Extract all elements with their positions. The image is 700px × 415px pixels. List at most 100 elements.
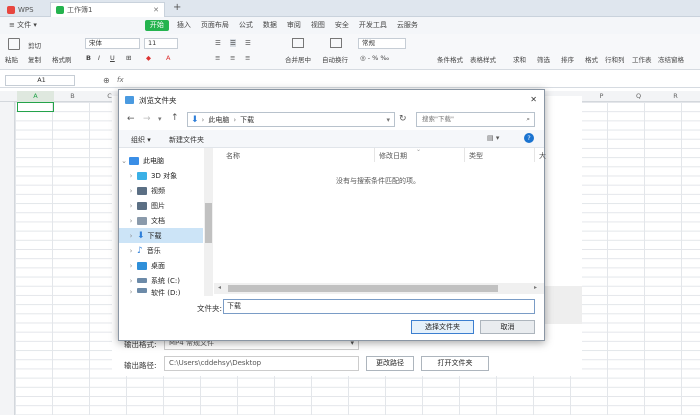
column-header-q[interactable]: Q xyxy=(620,91,657,102)
fx-icon[interactable]: fx xyxy=(117,76,124,84)
tree-item-3d-objects[interactable]: › 3D 对象 xyxy=(119,168,213,183)
tree-item-drive-d[interactable]: › 软件 (D:) xyxy=(119,288,213,296)
filter-button[interactable]: 筛选 xyxy=(537,54,550,64)
column-size[interactable]: 大 xyxy=(539,151,546,161)
scroll-right-icon[interactable]: ▸ xyxy=(534,284,537,291)
open-folder-button[interactable]: 打开文件夹 xyxy=(421,356,489,371)
border-icon[interactable]: ⊞ xyxy=(126,54,131,62)
align-top-icon[interactable]: ☰ xyxy=(215,39,221,47)
selected-cell-a1[interactable] xyxy=(17,102,54,112)
zoom-icon[interactable]: ⊕ xyxy=(103,76,110,85)
cancel-button[interactable]: 取消 xyxy=(480,320,535,334)
menu-developer[interactable]: 开发工具 xyxy=(354,17,392,34)
column-type[interactable]: 类型 xyxy=(469,151,483,161)
help-icon[interactable]: ? xyxy=(524,133,534,143)
select-folder-button[interactable]: 选择文件夹 xyxy=(411,320,474,334)
menu-insert[interactable]: 插入 xyxy=(172,17,196,34)
add-tab-button[interactable]: + xyxy=(173,2,181,13)
align-bottom-icon[interactable]: ☰ xyxy=(245,39,251,47)
chevron-right-icon[interactable]: › xyxy=(125,187,137,195)
font-size-select[interactable]: 11 xyxy=(144,38,178,49)
menu-data[interactable]: 数据 xyxy=(258,17,282,34)
chevron-right-icon[interactable]: › xyxy=(125,172,137,180)
paste-icon[interactable] xyxy=(8,38,20,50)
worksheet-button[interactable]: 工作表 xyxy=(632,54,652,64)
font-family-select[interactable]: 宋体 xyxy=(85,38,140,49)
chevron-right-icon[interactable]: › xyxy=(125,202,137,210)
table-style-button[interactable]: 表格样式 xyxy=(470,54,496,64)
search-input[interactable]: 搜索"下载" ⌕ xyxy=(416,112,535,127)
menu-security[interactable]: 安全 xyxy=(330,17,354,34)
freeze-panes-button[interactable]: 冻结窗格 xyxy=(658,54,684,64)
chevron-right-icon[interactable]: › xyxy=(125,262,137,270)
list-horizontal-scrollbar[interactable]: ◂ ▸ xyxy=(214,283,544,294)
chevron-right-icon[interactable]: › xyxy=(125,277,137,285)
cut-button[interactable]: 剪切 xyxy=(28,40,41,50)
menu-review[interactable]: 审阅 xyxy=(282,17,306,34)
address-dropdown-icon[interactable]: ▾ xyxy=(386,116,390,124)
scroll-left-icon[interactable]: ◂ xyxy=(218,284,221,291)
breadcrumb-downloads[interactable]: 下载 xyxy=(240,115,254,125)
column-modified-date[interactable]: 修改日期 xyxy=(379,151,407,161)
percent-icon[interactable]: ◎ - % ‰ xyxy=(360,54,389,62)
paste-button[interactable]: 粘贴 xyxy=(5,54,18,64)
tree-item-downloads[interactable]: › ⬇ 下载 xyxy=(119,228,203,243)
column-header-p[interactable]: P xyxy=(583,91,620,102)
tab-close-icon[interactable]: ✕ xyxy=(153,6,159,14)
bold-icon[interactable]: B xyxy=(86,54,91,62)
align-middle-icon[interactable]: ☰ xyxy=(230,39,236,47)
tree-scrollbar[interactable] xyxy=(204,148,213,296)
format-painter-button[interactable]: 格式刷 xyxy=(52,54,72,64)
output-path-input[interactable]: C:\Users\cddehsy\Desktop xyxy=(164,356,359,371)
tree-item-drive-c[interactable]: › 系统 (C:) xyxy=(119,273,213,288)
tree-item-music[interactable]: › ♪ 音乐 xyxy=(119,243,213,258)
wrap-text-button[interactable]: 自动换行 xyxy=(322,54,348,64)
chevron-right-icon[interactable]: › xyxy=(125,288,137,296)
menu-page-layout[interactable]: 页面布局 xyxy=(196,17,234,34)
format-button[interactable]: 格式 xyxy=(585,54,598,64)
copy-button[interactable]: 复制 xyxy=(28,54,41,64)
tree-item-this-pc[interactable]: ⌄ 此电脑 xyxy=(119,153,213,168)
column-header-r[interactable]: R xyxy=(657,91,694,102)
column-name[interactable]: 名称 xyxy=(226,151,240,161)
tab-workbook[interactable]: 工作簿1 ✕ xyxy=(50,2,165,17)
tab-wps[interactable]: WPS xyxy=(2,2,39,17)
refresh-icon[interactable]: ↻ xyxy=(399,114,407,124)
italic-icon[interactable]: I xyxy=(98,54,100,62)
change-path-button[interactable]: 更改路径 xyxy=(366,356,414,371)
list-scroll-thumb[interactable] xyxy=(228,285,498,292)
menu-view[interactable]: 视图 xyxy=(306,17,330,34)
chevron-right-icon[interactable]: › xyxy=(125,247,137,255)
align-left-icon[interactable]: ≡ xyxy=(215,54,220,62)
tree-item-pictures[interactable]: › 图片 xyxy=(119,198,213,213)
column-header-b[interactable]: B xyxy=(54,91,91,102)
name-box[interactable]: A1 xyxy=(5,75,75,86)
sort-button[interactable]: 排序 xyxy=(561,54,574,64)
sum-button[interactable]: 求和 xyxy=(513,54,526,64)
align-center-icon[interactable]: ≡ xyxy=(230,54,235,62)
organize-button[interactable]: 组织 ▾ xyxy=(131,135,151,145)
menu-cloud[interactable]: 云服务 xyxy=(392,17,423,34)
menu-start[interactable]: 开始 xyxy=(144,20,169,31)
new-folder-button[interactable]: 新建文件夹 xyxy=(169,135,204,145)
tree-scroll-thumb[interactable] xyxy=(205,203,212,243)
chevron-right-icon[interactable]: › xyxy=(125,217,137,225)
align-right-icon[interactable]: ≡ xyxy=(245,54,250,62)
menu-formula[interactable]: 公式 xyxy=(234,17,258,34)
underline-icon[interactable]: U xyxy=(110,54,115,62)
column-header-a[interactable]: A xyxy=(17,91,54,102)
address-bar[interactable]: ⬇ › 此电脑 › 下载 ▾ xyxy=(187,112,395,127)
close-icon[interactable]: ✕ xyxy=(530,95,537,104)
file-list[interactable]: 名称 ⌄ 修改日期 类型 大 没有与搜索条件匹配的项。 xyxy=(214,146,546,296)
number-format-select[interactable]: 常规 xyxy=(358,38,406,49)
view-options-icon[interactable]: ▤ ▾ xyxy=(487,134,499,142)
tree-item-desktop[interactable]: › 桌面 xyxy=(119,258,213,273)
folder-name-input[interactable]: 下载 xyxy=(223,299,535,314)
chevron-right-icon[interactable]: › xyxy=(125,232,137,240)
row-column-button[interactable]: 行和列 xyxy=(605,54,625,64)
tree-item-documents[interactable]: › 文档 xyxy=(119,213,213,228)
conditional-format-button[interactable]: 条件格式 xyxy=(437,54,463,64)
breadcrumb-this-pc[interactable]: 此电脑 xyxy=(208,115,229,125)
menu-file[interactable]: ≡ 文件 ▾ xyxy=(4,17,42,34)
fill-color-icon[interactable]: ◆ xyxy=(146,54,151,62)
